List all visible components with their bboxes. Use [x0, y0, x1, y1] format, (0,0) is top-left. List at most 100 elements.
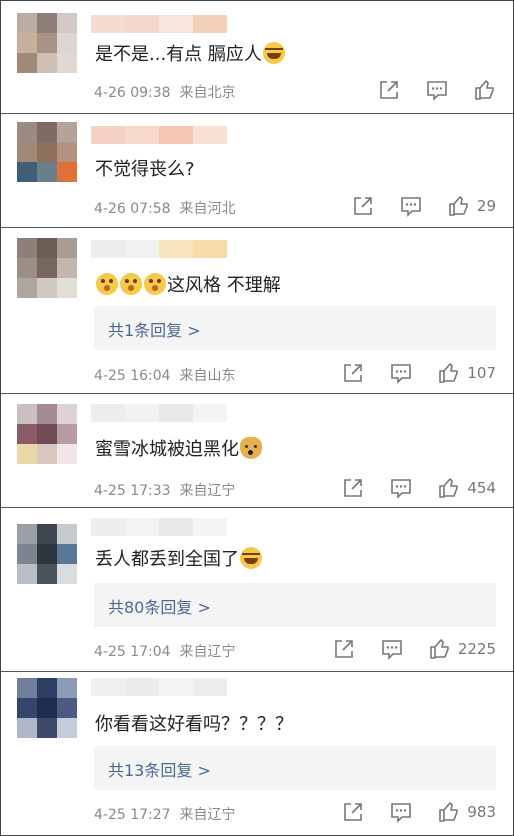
reply-thread-link[interactable]: 共80条回复 >	[94, 583, 496, 627]
avatar-pixel	[17, 142, 37, 162]
laugh-cry-emoji-icon	[240, 547, 262, 569]
share-button[interactable]	[378, 79, 400, 101]
avatar-pixel	[37, 678, 57, 698]
avatar-pixel	[37, 122, 57, 142]
avatar-pixel	[57, 424, 77, 444]
thumbs-up-icon	[430, 639, 449, 659]
dazed-emoji-icon	[144, 273, 166, 295]
avatar-pixel	[17, 122, 37, 142]
username-pixel	[125, 126, 159, 144]
avatar-pixel	[57, 278, 77, 298]
comment-button[interactable]	[426, 79, 448, 101]
comment-item: 不觉得丧么? 4-26 07:58 来自河北 29	[1, 114, 513, 228]
avatar-pixel	[57, 718, 77, 738]
share-button[interactable]	[352, 195, 374, 217]
share-button[interactable]	[342, 477, 364, 499]
avatar-pixel	[17, 238, 37, 258]
comment-actions: 29	[326, 195, 496, 217]
share-button[interactable]	[342, 362, 364, 384]
avatar-pixel	[37, 53, 57, 73]
share-icon	[354, 197, 372, 215]
username-blurred[interactable]	[91, 518, 227, 536]
avatar-pixel	[57, 122, 77, 142]
like-button[interactable]: 107	[438, 362, 496, 384]
avatar-pixel	[37, 524, 57, 544]
avatar-pixel	[17, 678, 37, 698]
username-pixel	[125, 404, 159, 422]
avatar[interactable]	[17, 13, 77, 73]
comment-meta: 4-25 16:04 来自山东	[94, 368, 236, 384]
avatar-pixel	[17, 698, 37, 718]
comment-button[interactable]	[390, 362, 412, 384]
like-count: 454	[467, 479, 496, 497]
share-button[interactable]	[333, 638, 355, 660]
comment-icon	[391, 364, 412, 384]
dazed-emoji-icon	[96, 273, 118, 295]
comment-button[interactable]	[390, 801, 412, 823]
like-button[interactable]: 454	[438, 477, 496, 499]
comment-button[interactable]	[381, 638, 403, 660]
avatar-pixel	[37, 238, 57, 258]
doge-emoji-icon	[240, 437, 262, 459]
username-blurred[interactable]	[91, 15, 227, 33]
avatar-pixel	[57, 13, 77, 33]
avatar-pixel	[37, 564, 57, 584]
avatar-pixel	[17, 53, 37, 73]
avatar-pixel	[57, 238, 77, 258]
comment-actions: 454	[316, 477, 496, 499]
avatar-pixel	[37, 162, 57, 182]
like-button[interactable]	[474, 79, 496, 101]
avatar-pixel	[17, 13, 37, 33]
username-blurred[interactable]	[91, 126, 227, 144]
like-count: 29	[476, 197, 496, 215]
share-icon	[344, 364, 363, 382]
avatar[interactable]	[17, 122, 77, 182]
username-pixel	[91, 126, 125, 144]
avatar-pixel	[17, 404, 37, 424]
comment-item: 你看看这好看吗？？？？ 共13条回复 > 4-25 17:27 来自辽宁 983	[1, 672, 513, 835]
username-blurred[interactable]	[91, 240, 227, 258]
avatar-pixel	[17, 258, 37, 278]
reply-thread-link[interactable]: 共1条回复 >	[94, 306, 496, 350]
username-pixel	[91, 404, 125, 422]
avatar[interactable]	[17, 404, 77, 464]
comment-button[interactable]	[390, 477, 412, 499]
comment-meta: 4-25 17:04 来自辽宁	[94, 644, 236, 660]
comment-button[interactable]	[400, 195, 422, 217]
username-pixel	[159, 678, 193, 696]
username-pixel	[193, 678, 227, 696]
username-pixel	[91, 240, 125, 258]
thumbs-up-icon	[449, 196, 468, 216]
avatar-pixel	[57, 698, 77, 718]
share-button[interactable]	[342, 801, 364, 823]
comment-text: 蜜雪冰城被迫黑化	[95, 434, 263, 462]
comment-text: 你看看这好看吗？？？？	[95, 714, 293, 735]
avatar-pixel	[17, 544, 37, 564]
avatar[interactable]	[17, 678, 77, 738]
avatar-pixel	[57, 142, 77, 162]
avatar-pixel	[57, 404, 77, 424]
username-pixel	[193, 15, 227, 33]
comment-item: 蜜雪冰城被迫黑化 4-25 17:33 来自辽宁 454	[1, 394, 513, 508]
like-button[interactable]: 29	[448, 195, 496, 217]
reply-thread-link[interactable]: 共13条回复 >	[94, 746, 496, 790]
share-icon	[344, 803, 363, 821]
username-blurred[interactable]	[91, 404, 227, 422]
avatar[interactable]	[17, 524, 77, 584]
avatar[interactable]	[17, 238, 77, 298]
comment-text: 不觉得丧么?	[95, 159, 195, 180]
username-pixel	[91, 15, 125, 33]
comment-icon	[382, 640, 402, 660]
comment-text: 是不是...有点 膈应人	[95, 39, 286, 67]
avatar-pixel	[17, 424, 37, 444]
avatar-pixel	[57, 53, 77, 73]
username-blurred[interactable]	[91, 678, 227, 696]
comment-meta: 4-26 07:58 来自河北	[94, 201, 236, 217]
dazed-emoji-icon	[120, 273, 142, 295]
username-pixel	[91, 678, 125, 696]
avatar-pixel	[37, 544, 57, 564]
like-button[interactable]: 983	[438, 801, 496, 823]
comment-actions	[352, 79, 496, 101]
like-button[interactable]: 2225	[429, 638, 496, 660]
avatar-pixel	[37, 13, 57, 33]
